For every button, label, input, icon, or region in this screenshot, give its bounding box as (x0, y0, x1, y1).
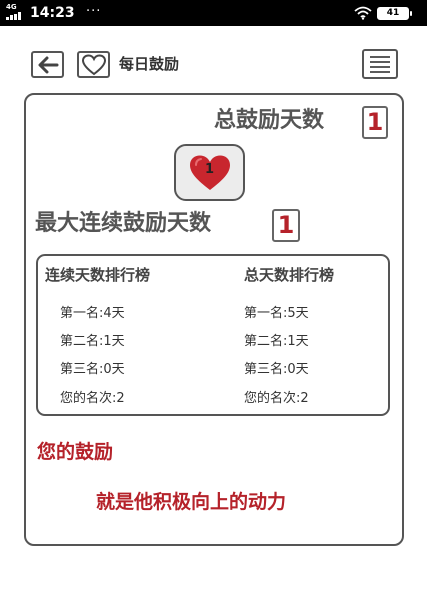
encourage-heart-button[interactable]: 1 (174, 144, 245, 201)
total-days-label: 总鼓励天数 (214, 108, 325, 133)
total-days-value: 1 (362, 106, 388, 139)
total-rank-3: 第三名:0天 (244, 362, 309, 377)
streak-ranking-title: 连续天数排行榜 (45, 266, 151, 284)
streak-my-rank: 您的名次:2 (60, 391, 125, 406)
battery-icon: 41 (377, 7, 412, 20)
total-my-rank: 您的名次:2 (244, 391, 309, 406)
menu-button[interactable] (362, 49, 398, 79)
menu-icon (370, 56, 390, 73)
total-rank-1: 第一名:5天 (244, 306, 309, 321)
page-title: 每日鼓励 (119, 55, 180, 73)
heart-button-small[interactable] (77, 51, 110, 78)
signal-icon: 4G (6, 3, 28, 21)
streak-rank-2: 第二名:1天 (60, 334, 125, 349)
total-rank-2: 第二名:1天 (244, 334, 309, 349)
back-button[interactable] (31, 51, 64, 78)
wifi-icon (354, 6, 372, 20)
notification-dots: ··· (86, 4, 102, 19)
encouragement-line-2: 就是他积极向上的动力 (96, 491, 287, 513)
status-bar: 4G 14:23 ··· 41 (0, 0, 427, 26)
arrow-left-icon (38, 56, 58, 73)
max-streak-value: 1 (272, 209, 300, 242)
heart-count: 1 (204, 161, 215, 177)
heart-outline-icon (81, 53, 106, 75)
total-ranking-title: 总天数排行榜 (244, 266, 335, 284)
status-time: 14:23 (30, 5, 75, 21)
encouragement-line-1: 您的鼓励 (37, 441, 114, 463)
page: 4G 14:23 ··· 41 每日鼓励 总鼓励天数 1 1 最大连续鼓励天数 … (0, 0, 427, 609)
network-type: 4G (6, 3, 17, 11)
streak-rank-3: 第三名:0天 (60, 362, 125, 377)
max-streak-label: 最大连续鼓励天数 (35, 211, 212, 236)
streak-rank-1: 第一名:4天 (60, 306, 125, 321)
